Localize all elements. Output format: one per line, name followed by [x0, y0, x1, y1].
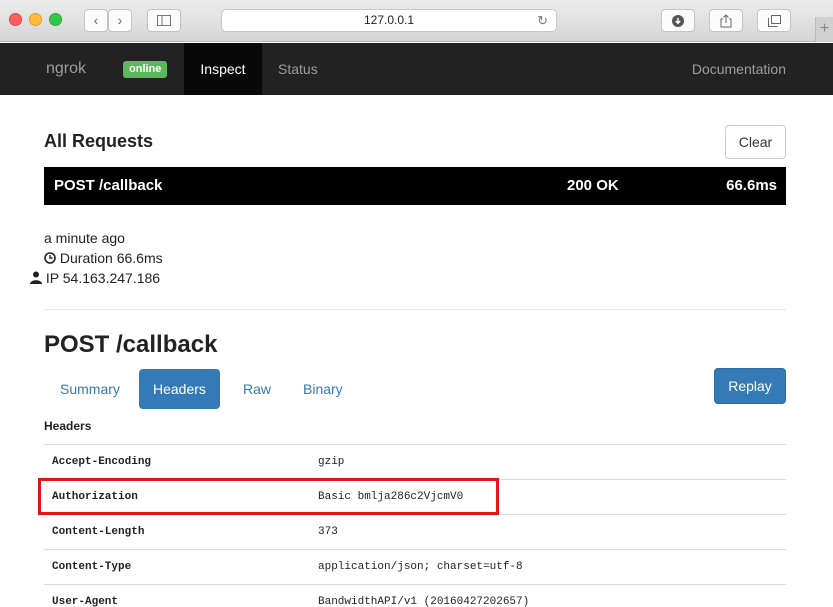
header-name: Content-Length	[52, 526, 145, 538]
header-value: gzip	[318, 456, 345, 468]
clear-button[interactable]: Clear	[725, 125, 786, 159]
request-row[interactable]: POST /callback 200 OK 66.6ms	[44, 167, 786, 205]
zoom-window-button[interactable]	[49, 13, 62, 26]
close-window-button[interactable]	[9, 13, 22, 26]
duration-text: Duration 66.6ms	[59, 250, 163, 266]
share-icon[interactable]	[709, 9, 743, 32]
header-value: BandwidthAPI/v1 (20160427202657)	[318, 596, 530, 607]
back-icon[interactable]: ‹	[84, 9, 108, 32]
table-row: User-Agent BandwidthAPI/v1 (201604272026…	[44, 584, 786, 607]
duration-line: Duration 66.6ms	[44, 250, 163, 267]
divider	[44, 309, 786, 310]
tab-binary[interactable]: Binary	[289, 369, 357, 409]
request-detail-title: POST /callback	[44, 331, 218, 358]
top-navbar: ngrok online Inspect Status Documentatio…	[0, 43, 833, 95]
header-name: Accept-Encoding	[52, 456, 152, 468]
tab-summary[interactable]: Summary	[46, 369, 134, 409]
header-name: User-Agent	[52, 596, 119, 607]
all-requests-heading: All Requests	[44, 131, 154, 151]
minimize-window-button[interactable]	[29, 13, 42, 26]
headers-table: Accept-Encoding gzip Authorization Basic…	[44, 444, 786, 607]
ip-text: IP 54.163.247.186	[45, 270, 161, 286]
header-name: Content-Type	[52, 561, 132, 573]
ip-line: IP 54.163.247.186	[30, 270, 160, 287]
request-method-path: POST /callback	[54, 177, 163, 194]
sidebar-icon[interactable]	[147, 9, 181, 32]
browser-toolbar: ‹ › 127.0.0.1 ↻ +	[0, 0, 833, 42]
user-icon	[30, 271, 42, 287]
tab-raw[interactable]: Raw	[229, 369, 285, 409]
tab-status[interactable]: Status	[278, 43, 318, 95]
table-row: Accept-Encoding gzip	[44, 444, 786, 479]
forward-icon[interactable]: ›	[108, 9, 132, 32]
tabs-icon[interactable]	[757, 9, 791, 32]
headers-label: Headers	[44, 419, 92, 433]
tab-headers[interactable]: Headers	[139, 369, 220, 409]
request-status: 200 OK	[567, 177, 619, 194]
brand-logo[interactable]: ngrok	[46, 43, 86, 95]
new-tab-icon[interactable]: +	[815, 17, 833, 42]
clock-icon	[44, 251, 56, 267]
header-value: application/json; charset=utf-8	[318, 561, 523, 573]
download-icon[interactable]	[661, 9, 695, 32]
table-row: Content-Type application/json; charset=u…	[44, 549, 786, 584]
replay-button[interactable]: Replay	[714, 368, 786, 404]
tab-inspect[interactable]: Inspect	[184, 43, 262, 95]
status-badge: online	[123, 61, 168, 78]
address-bar[interactable]: 127.0.0.1 ↻	[221, 9, 557, 32]
table-row: Content-Length 373	[44, 514, 786, 549]
documentation-link[interactable]: Documentation	[692, 43, 786, 95]
request-duration: 66.6ms	[726, 177, 777, 194]
request-time-ago: a minute ago	[44, 230, 125, 246]
header-value: 373	[318, 526, 338, 538]
reload-icon[interactable]: ↻	[537, 10, 548, 31]
address-text: 127.0.0.1	[363, 13, 415, 27]
authorization-highlight-box	[38, 478, 499, 515]
